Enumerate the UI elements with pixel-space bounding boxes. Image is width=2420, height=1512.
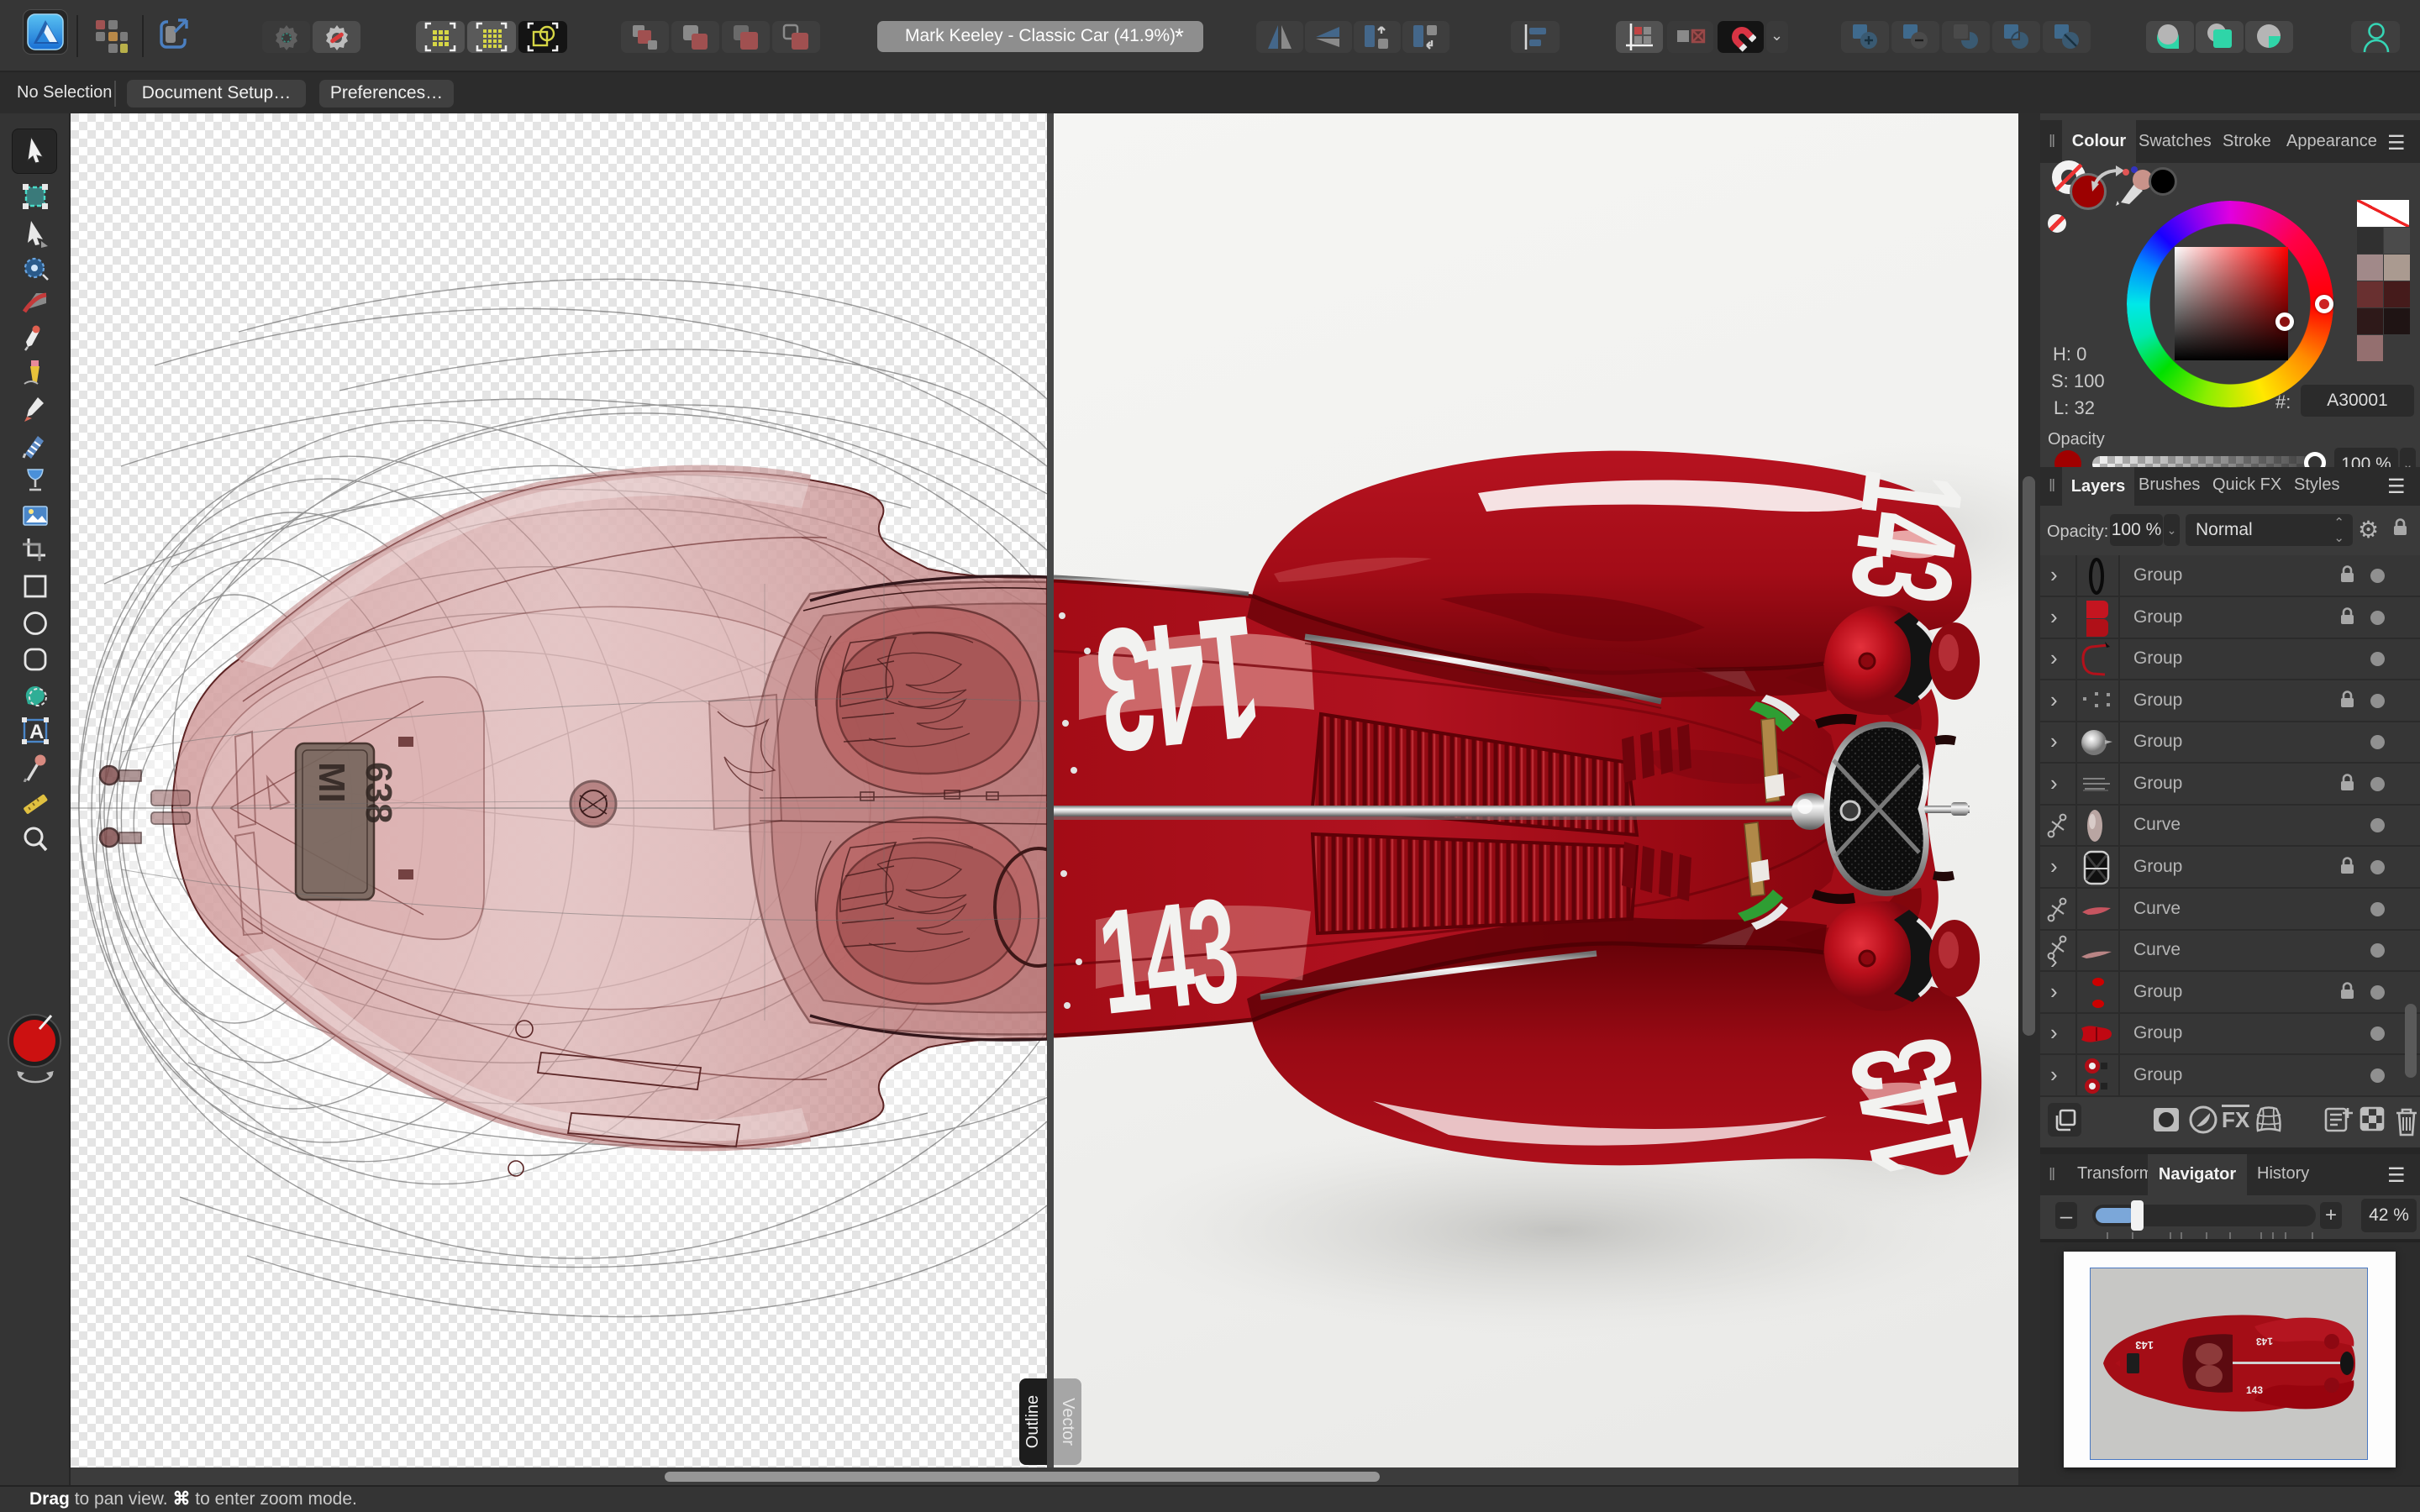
svg-text:143: 143 (2255, 1336, 2273, 1348)
svg-text:MI: MI (311, 762, 352, 803)
svg-text:143: 143 (1092, 868, 1243, 1045)
svg-text:143: 143 (1091, 578, 1268, 789)
svg-text:143: 143 (2246, 1384, 2263, 1396)
svg-text:143: 143 (1821, 463, 1992, 609)
svg-text:143: 143 (2135, 1339, 2154, 1352)
svg-text:638: 638 (358, 762, 399, 823)
svg-text:A: A (29, 721, 44, 743)
